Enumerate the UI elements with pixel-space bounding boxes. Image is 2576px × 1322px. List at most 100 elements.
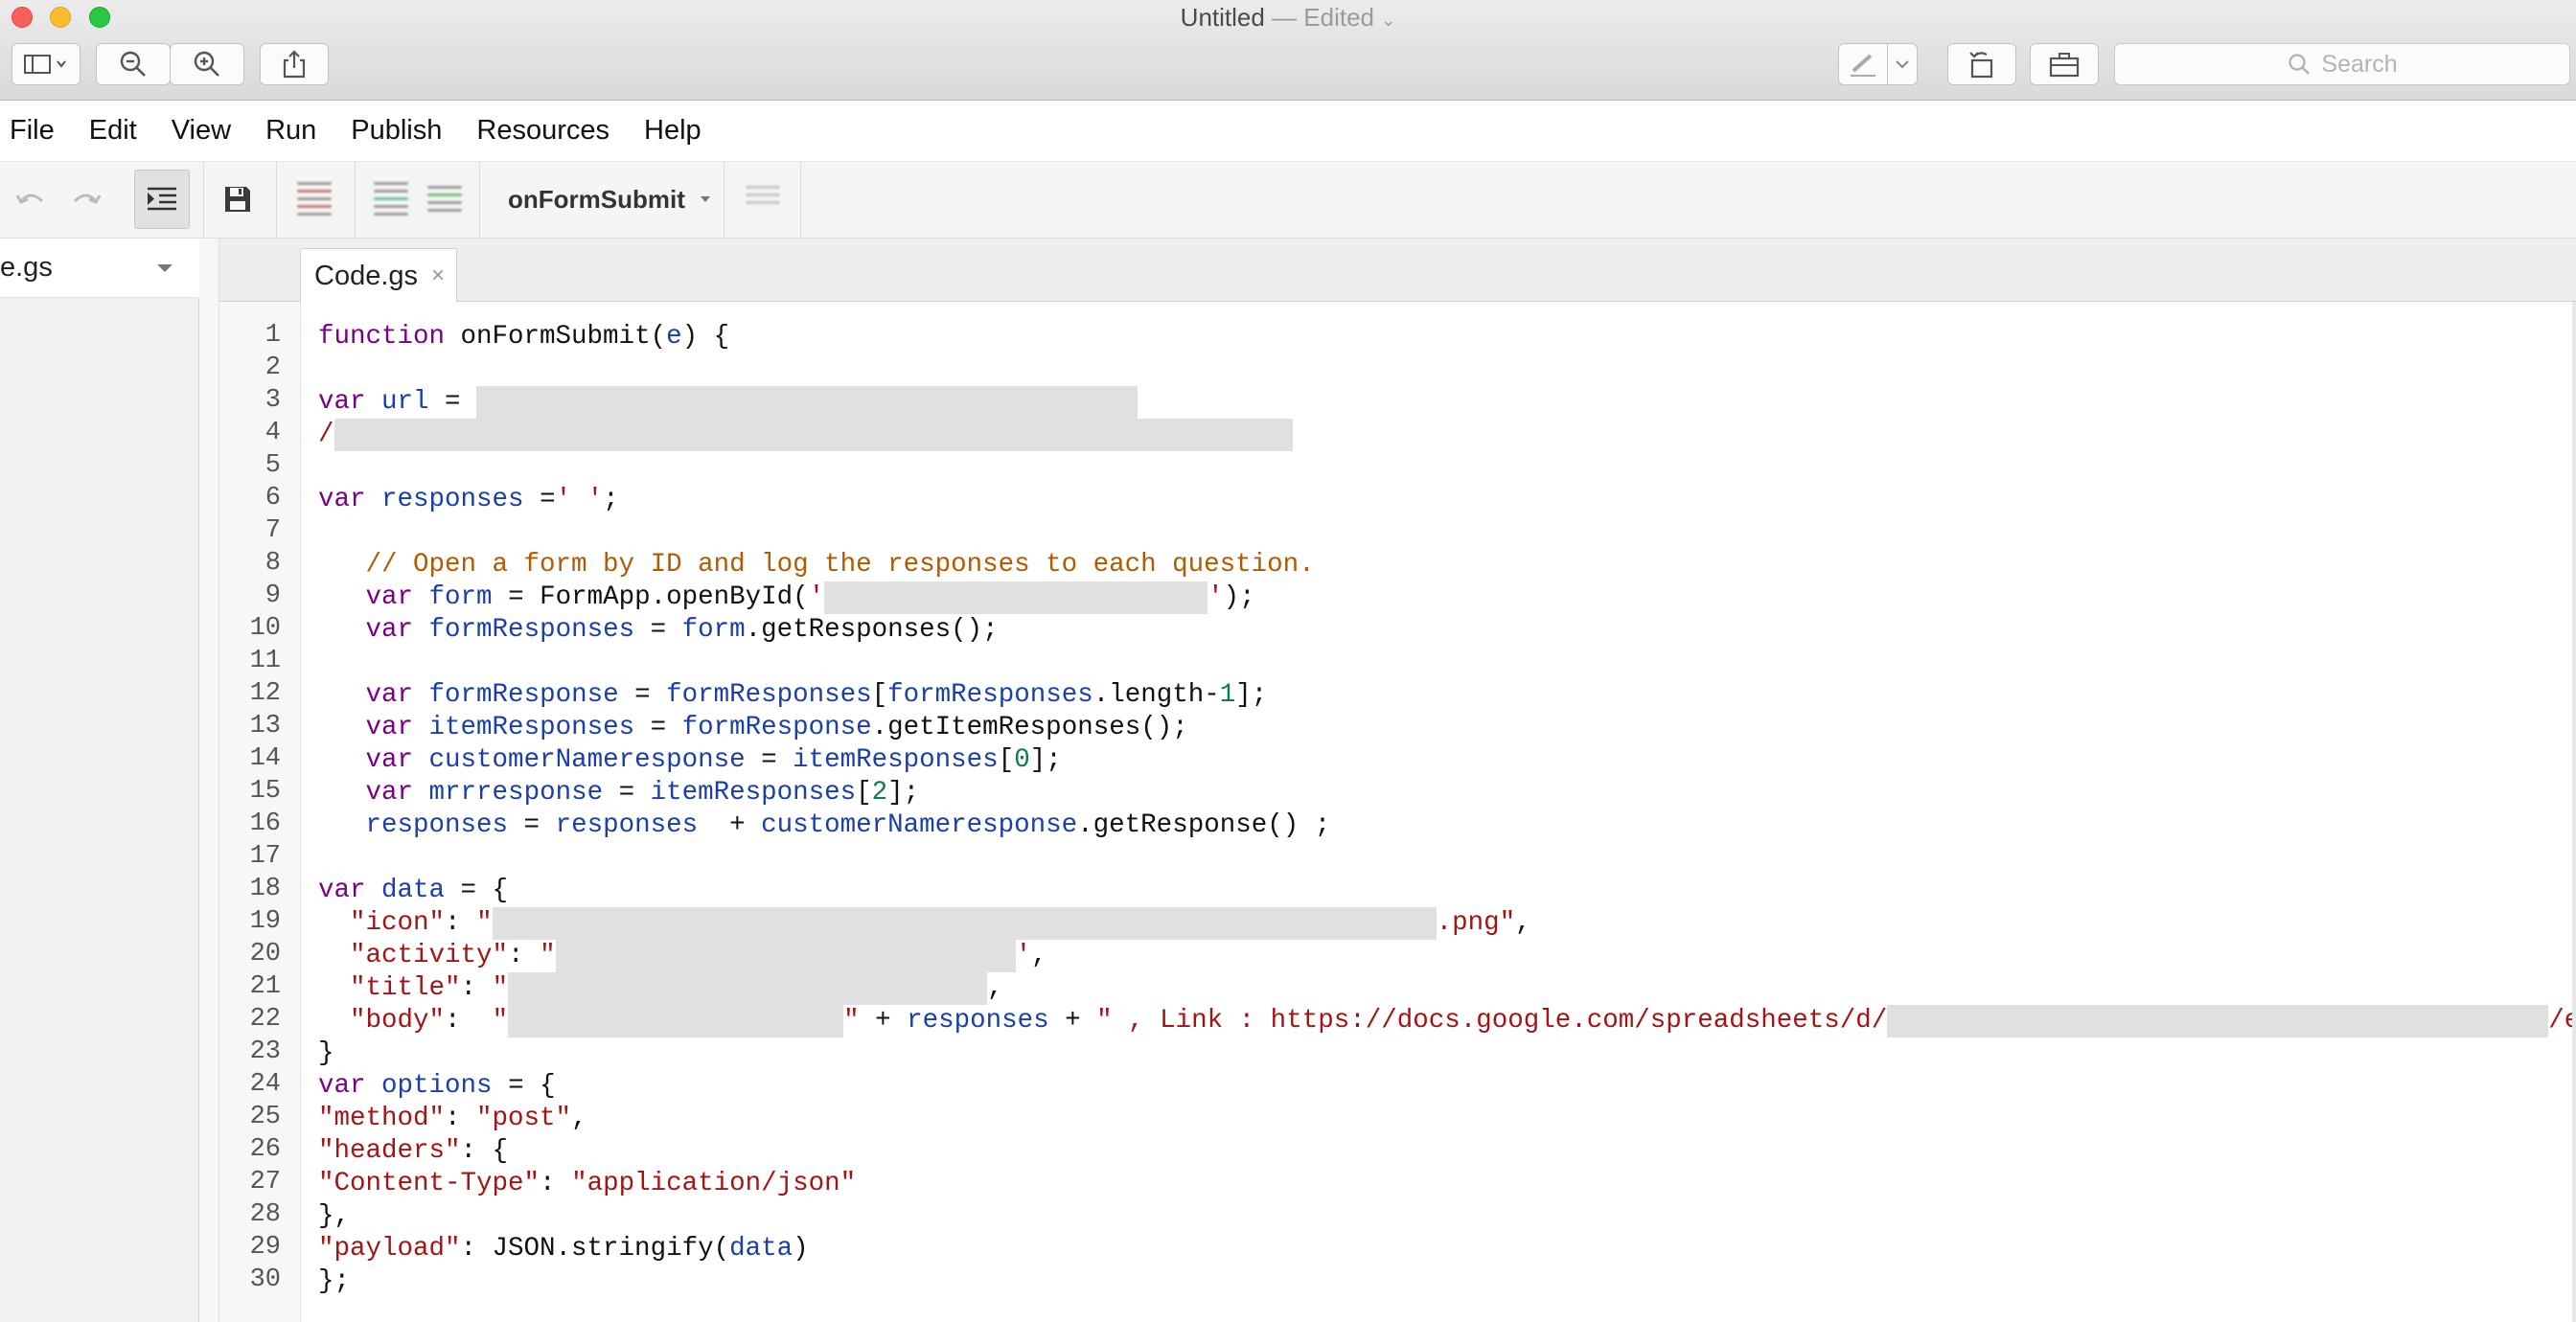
code-line[interactable]: var itemResponses = formResponse.getItem…: [318, 712, 1188, 744]
undo-icon: [15, 194, 44, 204]
run-icon: [293, 176, 335, 222]
code-token: "icon": [350, 908, 446, 938]
code-token: formResponses: [887, 680, 1093, 710]
menu-run[interactable]: Run: [265, 115, 316, 147]
markup-menu-button[interactable]: [1887, 43, 1918, 85]
code-editor[interactable]: 1 2 3 4 5 6 7 8 9 10 11 12 13 14 15 16 17 18 19 20 21 22 23 24 2…: [219, 302, 2576, 1322]
lightbulb-button[interactable]: [736, 170, 790, 229]
sidebar-icon: [24, 55, 66, 74]
line-number: 21: [249, 972, 281, 1001]
code-token: 2: [871, 778, 888, 808]
code-line[interactable]: var responses =' ';: [318, 484, 619, 516]
menu-publish[interactable]: Publish: [351, 115, 442, 147]
redacted-block: [1887, 1005, 2549, 1037]
code-line[interactable]: // Open a form by ID and log the respons…: [318, 549, 1315, 581]
file-list-item[interactable]: e.gs: [0, 239, 199, 298]
zoom-in-icon: [194, 51, 219, 77]
code-line[interactable]: };: [318, 1265, 350, 1298]
code-token: responses: [555, 810, 699, 840]
tab-label: Code.gs: [314, 260, 419, 291]
code-token: :: [445, 908, 477, 938]
zoom-out-button[interactable]: [96, 43, 171, 85]
tab-code-gs[interactable]: Code.gs ×: [300, 248, 458, 303]
line-number: 15: [249, 777, 281, 806]
code-token: itemResponses: [650, 778, 857, 808]
code-token: +: [1048, 1006, 1097, 1036]
line-number: 27: [249, 1168, 281, 1197]
code-token: =: [618, 680, 667, 710]
code-line[interactable]: "body": " " + responses + " , Link : http…: [318, 1005, 2576, 1037]
line-number: 28: [249, 1200, 281, 1229]
code-token: }: [318, 1038, 334, 1068]
window-title-text: Untitled: [1180, 3, 1265, 32]
code-token: customerNameresponse: [428, 745, 746, 775]
code-line[interactable]: "method": "post",: [318, 1103, 587, 1135]
code-token: 0: [1014, 745, 1030, 775]
menu-file[interactable]: File: [10, 115, 55, 147]
undo-button[interactable]: [8, 170, 54, 229]
code-token: =: [634, 713, 682, 742]
code-token: 1: [1219, 680, 1236, 710]
menu-edit[interactable]: Edit: [89, 115, 137, 147]
save-button[interactable]: [213, 170, 263, 229]
run-button[interactable]: [288, 170, 341, 229]
code-line[interactable]: "icon": " .png",: [318, 907, 1531, 940]
code-line[interactable]: function onFormSubmit(e) {: [318, 321, 729, 353]
zoom-in-button[interactable]: [170, 43, 244, 85]
menu-view[interactable]: View: [172, 115, 231, 147]
code-token: form: [428, 582, 493, 612]
toolbar-divider: [479, 162, 480, 239]
line-number: 8: [264, 549, 281, 578]
function-selector[interactable]: onFormSubmit: [489, 170, 712, 229]
code-line[interactable]: var customerNameresponse = itemResponses…: [318, 744, 1062, 777]
caret-down-icon[interactable]: [155, 262, 174, 274]
code-token: responses: [365, 810, 509, 840]
code-line[interactable]: var form = FormApp.openById(' ');: [318, 581, 1255, 614]
code-token: "post": [476, 1104, 572, 1133]
debug-button[interactable]: [364, 170, 418, 229]
code-line[interactable]: var options = {: [318, 1070, 556, 1103]
pen-icon: [1851, 54, 1875, 77]
menu-resources[interactable]: Resources: [476, 115, 610, 147]
code-line[interactable]: var formResponses = form.getResponses();: [318, 614, 999, 647]
code-line[interactable]: var data = {: [318, 875, 508, 907]
redo-button[interactable]: [63, 170, 109, 229]
line-number: 30: [249, 1265, 281, 1294]
code-token: ,: [1515, 908, 1531, 938]
code-line[interactable]: }: [318, 1037, 334, 1070]
code-line[interactable]: "title": ",: [318, 972, 1003, 1005]
code-token: =: [428, 387, 477, 417]
rotate-button[interactable]: [1947, 43, 2016, 85]
code-token: itemResponses: [793, 745, 999, 775]
code-line[interactable]: /: [318, 419, 1293, 451]
code-token: ;: [603, 485, 619, 514]
code-token: var: [365, 680, 414, 710]
close-icon[interactable]: ×: [431, 262, 445, 289]
window-title[interactable]: Untitled — Edited ⌄: [0, 3, 2576, 33]
chevron-down-icon: ⌄: [1381, 11, 1396, 30]
search-field[interactable]: Search: [2114, 43, 2570, 85]
code-line[interactable]: var formResponse = formResponses[formRes…: [318, 679, 1268, 712]
code-token: formResponse: [681, 713, 872, 742]
triggers-button[interactable]: [418, 170, 472, 229]
code-line[interactable]: },: [318, 1200, 350, 1233]
toolbox-button[interactable]: [2030, 43, 2099, 85]
code-line[interactable]: "payload": JSON.stringify(data): [318, 1233, 809, 1265]
share-button[interactable]: [260, 43, 329, 85]
indent-toggle-button[interactable]: [134, 170, 190, 229]
code-line[interactable]: "activity": " ',: [318, 940, 1047, 972]
markup-button[interactable]: [1838, 43, 1888, 85]
editor-toolbar: onFormSubmit: [0, 162, 2576, 239]
line-number: 17: [249, 842, 281, 871]
code-token: },: [318, 1201, 351, 1231]
code-line[interactable]: var mrrresponse = itemResponses[2];: [318, 777, 920, 809]
code-token: mrrresponse: [428, 778, 604, 808]
code-line[interactable]: responses = responses + customerNameresp…: [318, 809, 1331, 842]
function-selector-label: onFormSubmit: [508, 184, 685, 214]
code-line[interactable]: var url =: [318, 386, 1138, 419]
sidebar-toggle-button[interactable]: [12, 43, 80, 85]
code-line[interactable]: "headers": {: [318, 1135, 508, 1168]
code-line[interactable]: "Content-Type": "application/json": [318, 1168, 856, 1200]
menu-help[interactable]: Help: [644, 115, 702, 147]
code-token: = {: [445, 876, 509, 905]
